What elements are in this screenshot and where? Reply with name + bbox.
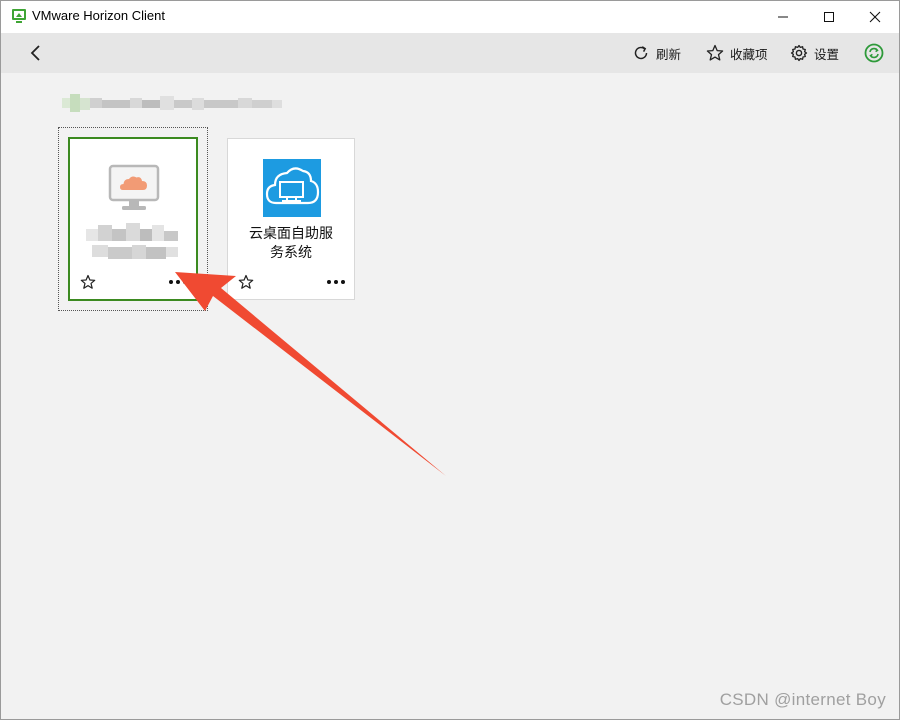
minimize-icon [778,16,788,17]
refresh-icon [634,46,648,60]
maximize-button[interactable] [806,0,852,33]
favorites-button[interactable]: 收藏项 [706,41,768,65]
gear-icon [790,44,808,62]
favorite-star-icon[interactable] [80,274,96,290]
favorite-star-icon[interactable] [238,274,254,290]
refresh-label: 刷新 [656,46,682,62]
chevron-left-icon [30,45,40,61]
star-outline-icon [706,44,724,61]
monitor-cloud-icon [108,164,160,210]
close-icon [869,11,881,22]
watermark: CSDN @internet Boy [719,690,886,709]
refresh-button[interactable]: 刷新 [632,41,681,65]
window-title: VMware Horizon Client [32,8,165,23]
application-tile-label-line1: 云桌面自助服 [249,226,333,242]
desktop-label-redacted [86,221,186,267]
favorites-label: 收藏项 [730,46,768,62]
minimize-button[interactable] [760,0,806,33]
application-tile[interactable]: 云桌面自助服 务系统 [227,138,355,300]
maximize-icon [824,11,834,22]
cloud-desktop-app-icon [263,159,321,217]
server-name-redacted [62,94,284,118]
sync-status-icon[interactable] [864,43,884,63]
close-button[interactable] [852,0,898,33]
more-icon[interactable] [168,278,188,286]
annotation-arrow-shape [175,272,446,476]
settings-button[interactable]: 设置 [790,41,839,65]
desktop-tile[interactable] [68,137,198,301]
back-button[interactable] [22,39,50,67]
application-tile-label-line2: 务系统 [270,245,312,261]
title-bar: VMware Horizon Client [0,0,900,33]
toolbar: 刷新 收藏项 设置 [0,33,900,73]
more-icon[interactable] [326,278,346,286]
horizon-logo-icon [12,9,26,23]
settings-label: 设置 [814,46,840,62]
